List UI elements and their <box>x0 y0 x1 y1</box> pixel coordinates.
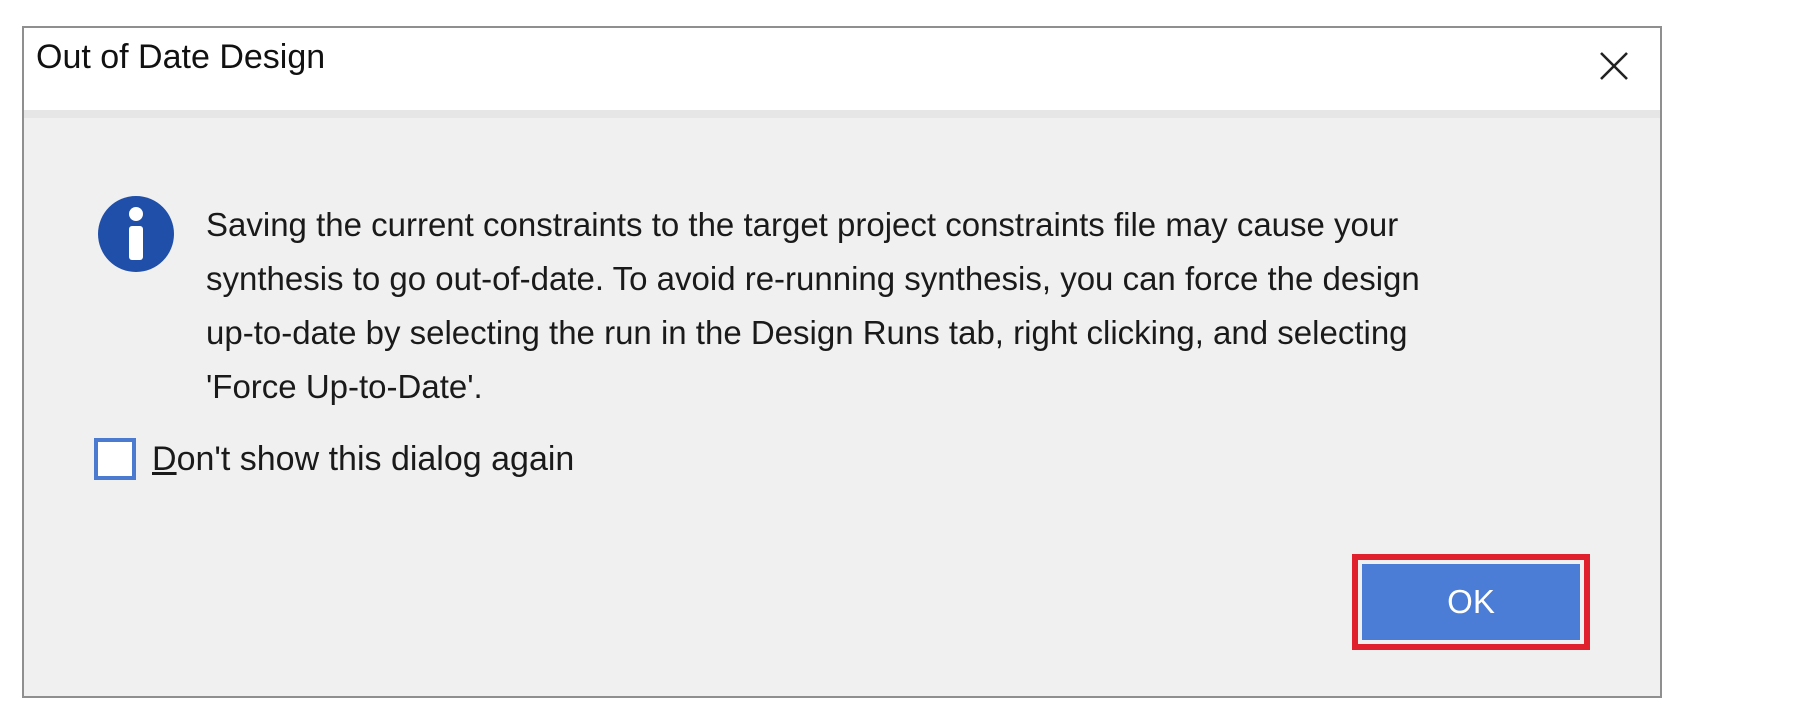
message-line-2: synthesis to go out-of-date. To avoid re… <box>206 260 1420 297</box>
info-icon <box>98 196 174 272</box>
dont-show-again-label[interactable]: Don't show this dialog again <box>152 440 574 479</box>
dont-show-again-checkbox[interactable] <box>94 438 136 480</box>
out-of-date-dialog: Out of Date Design Saving the current co… <box>22 26 1662 698</box>
close-button[interactable] <box>1586 38 1642 94</box>
ok-button-highlight: OK <box>1352 554 1590 650</box>
dialog-message: Saving the current constraints to the ta… <box>206 198 1626 414</box>
ok-button[interactable]: OK <box>1362 564 1580 640</box>
dialog-titlebar: Out of Date Design <box>24 28 1660 118</box>
label-mnemonic: D <box>152 439 177 478</box>
dialog-title: Out of Date Design <box>36 38 326 76</box>
dont-show-again-option[interactable]: Don't show this dialog again <box>94 438 574 480</box>
message-line-3: up-to-date by selecting the run in the D… <box>206 314 1408 351</box>
label-rest: on't show this dialog again <box>176 439 575 478</box>
message-line-1: Saving the current constraints to the ta… <box>206 206 1399 243</box>
message-line-4: 'Force Up-to-Date'. <box>206 368 483 405</box>
close-icon <box>1600 52 1628 80</box>
